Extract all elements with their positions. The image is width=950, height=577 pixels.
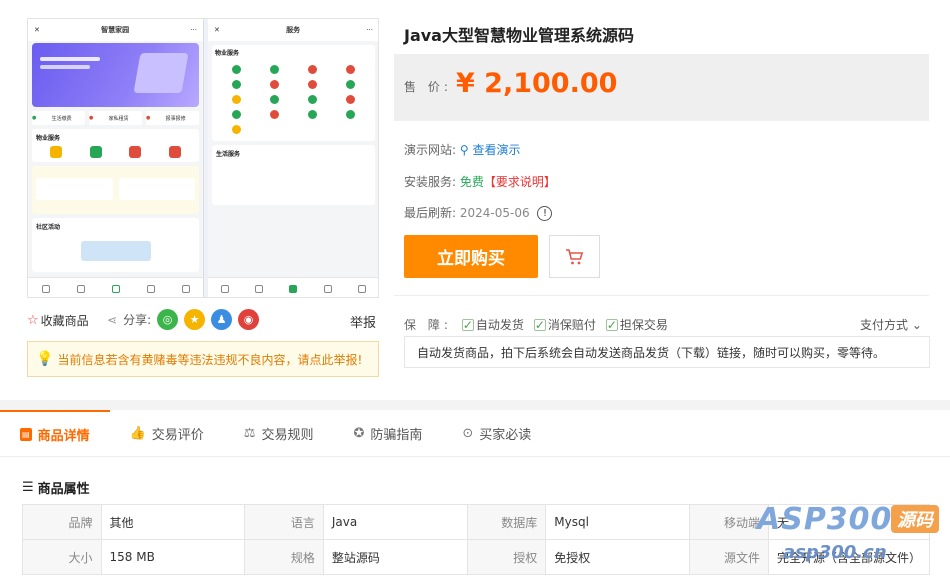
install-row: 安装服务: 免费【要求说明】 (404, 175, 556, 189)
target-icon: ⊙ (462, 425, 474, 441)
attributes-title: ☰ 商品属性 (22, 480, 90, 497)
lightbulb-icon: 💡 (36, 351, 54, 367)
preview-banner (32, 43, 199, 107)
info-icon[interactable]: ! (537, 206, 553, 221)
cart-icon (565, 248, 583, 264)
tab-reviews[interactable]: 👍 交易评价 (110, 410, 224, 456)
product-title: Java大型智慧物业管理系统源码 (404, 26, 634, 45)
chevron-down-icon: ⌄ (911, 318, 922, 332)
collect-button[interactable]: ☆ 收藏商品 (27, 312, 89, 329)
star-icon: ☆ (27, 313, 39, 328)
report-notice[interactable]: 💡 当前信息若含有黄赌毒等违法违规不良内容，请点此举报! (27, 341, 379, 377)
tab-trade-rules[interactable]: ⚖ 交易规则 (224, 410, 334, 456)
site-watermark: ASP300 源码 asp300.cn (757, 502, 947, 572)
refresh-row: 最后刷新: 2024-05-06 ! (404, 204, 553, 221)
detail-tabs: ▤ 商品详情 👍 交易评价 ⚖ 交易规则 ✪ 防骗指南 ⊙ 买家必读 (0, 410, 950, 456)
tab-anti-fraud[interactable]: ✪ 防骗指南 (333, 410, 442, 456)
divider (394, 295, 929, 296)
buy-now-button[interactable]: 立即购买 (404, 235, 538, 278)
share-bar: ⋖ 分享: ◎ ★ ♟ ◉ (107, 309, 260, 330)
demo-row: 演示网站: ⚲ 查看演示 (404, 143, 521, 157)
scale-icon: ⚖ (243, 425, 256, 441)
demo-link[interactable]: ⚲ 查看演示 (460, 143, 521, 157)
preview-phone-services: ✕ 服务 ··· 物业服务 生活服务 (208, 19, 378, 297)
check-icon: ✓ (461, 318, 474, 332)
share-icon: ⋖ (107, 312, 118, 327)
guarantee-row: 保 障: ✓ 自动发货 ✓ 消保赔付 ✓ 担保交易 (404, 318, 668, 332)
product-price: ¥ 2,100.00 (456, 68, 618, 99)
guarantee-escrow: ✓ 担保交易 (605, 318, 668, 332)
bulb-outline-icon: ✪ (353, 425, 365, 441)
thumbs-up-icon: 👍 (129, 425, 146, 441)
auto-delivery-description: 自动发货商品，拍下后系统会自动发送商品发货（下载）链接，随时可以购买，零等待。 (404, 336, 930, 368)
guarantee-compensation: ✓ 消保赔付 (533, 318, 596, 332)
tab-product-details[interactable]: ▤ 商品详情 (0, 410, 110, 456)
preview-phone-home: ✕ 智慧家园 ··· ● 生活缴费 ● 家私租赁 ● 报事报修 物业服务 社区活动 (28, 19, 204, 297)
price-label: 售 价: (404, 80, 452, 94)
wechat-share-icon[interactable]: ◎ (157, 309, 179, 330)
report-link[interactable]: 举报 (350, 312, 376, 331)
tab-buyer-must-read[interactable]: ⊙ 买家必读 (442, 410, 551, 456)
payment-method-dropdown[interactable]: 支付方式 ⌄ (860, 316, 922, 333)
qzone-share-icon[interactable]: ★ (184, 309, 206, 330)
attributes-icon: ☰ (22, 480, 34, 495)
guarantee-auto-delivery: ✓ 自动发货 (461, 318, 524, 332)
product-details-icon: ▤ (20, 427, 32, 441)
add-to-cart-button[interactable] (549, 235, 600, 278)
qq-share-icon[interactable]: ♟ (211, 309, 233, 330)
search-icon: ⚲ (459, 143, 469, 157)
check-icon: ✓ (605, 318, 618, 332)
weibo-share-icon[interactable]: ◉ (238, 309, 260, 330)
install-requirement-link[interactable]: 【要求说明】 (484, 175, 556, 189)
product-preview-image[interactable]: ✕ 智慧家园 ··· ● 生活缴费 ● 家私租赁 ● 报事报修 物业服务 社区活动 ✕ 服务… (27, 18, 379, 298)
check-icon: ✓ (533, 318, 546, 332)
